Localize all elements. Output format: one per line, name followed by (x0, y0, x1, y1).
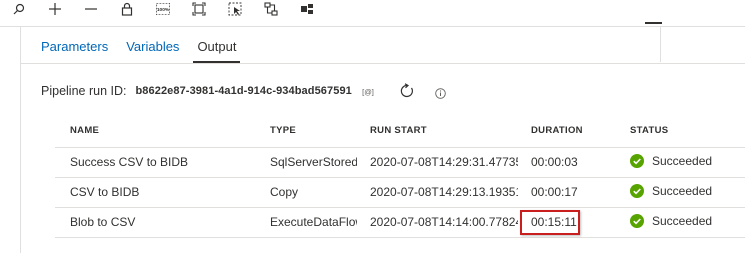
auto-align-icon[interactable] (264, 2, 278, 16)
panel-collapse-handle[interactable] (645, 22, 662, 24)
activity-duration: 00:00:03 (531, 155, 578, 169)
pipeline-canvas-strip: 100% (0, 0, 745, 27)
activity-status: Succeeded (630, 184, 712, 198)
table-row[interactable]: Blob to CSV ExecuteDataFlow 2020-07-08T1… (55, 208, 745, 238)
activity-name: CSV to BIDB (70, 185, 140, 199)
activity-name: Success CSV to BIDB (70, 155, 189, 169)
layout-icon[interactable] (300, 2, 314, 16)
table-row[interactable]: CSV to BIDB Copy 2020-07-08T14:29:13.193… (55, 178, 745, 208)
tab-divider (20, 63, 745, 64)
zoom-out-icon[interactable] (84, 2, 98, 16)
header-type[interactable]: TYPE (270, 125, 296, 136)
zoom-100-icon[interactable]: 100% (156, 2, 170, 16)
activity-status: Succeeded (630, 214, 712, 228)
copy-label: [@] (362, 87, 374, 96)
panel-left-border (20, 26, 21, 253)
pipeline-run-id-value: b8622e87-3981-4a1d-914c-934bad567591 (135, 85, 352, 97)
table-row[interactable]: Success CSV to BIDB SqlServerStoredF 202… (55, 148, 745, 178)
header-run-start[interactable]: RUN START (370, 125, 427, 136)
activity-run-start: 2020-07-08T14:14:00.778240 (370, 215, 518, 229)
activity-runs-table: NAME TYPE RUN START DURATION STATUS Succ… (55, 116, 745, 238)
activity-type: SqlServerStoredF (270, 155, 357, 169)
tab-variables[interactable]: Variables (126, 39, 179, 63)
copy-icon[interactable]: [@] (361, 86, 375, 97)
panel-splitter (660, 26, 661, 62)
success-check-icon (630, 154, 644, 168)
table-header: NAME TYPE RUN START DURATION STATUS (55, 116, 745, 148)
zoom-100-label: 100% (157, 7, 170, 13)
success-check-icon (630, 184, 644, 198)
lock-icon[interactable] (120, 2, 134, 16)
properties-tabs: Parameters Variables Output (41, 39, 254, 63)
activity-run-start: 2020-07-08T14:29:13.193516 (370, 185, 518, 199)
activity-type: Copy (270, 185, 299, 199)
pipeline-run-id-label: Pipeline run ID: (41, 84, 127, 98)
activity-duration: 00:00:17 (531, 185, 578, 199)
header-duration[interactable]: DURATION (531, 125, 583, 136)
header-name[interactable]: NAME (70, 125, 99, 136)
status-text: Succeeded (652, 184, 713, 198)
status-text: Succeeded (652, 154, 713, 168)
fit-to-window-icon[interactable] (192, 2, 206, 16)
activity-type: ExecuteDataFlow (270, 215, 357, 229)
select-icon[interactable] (228, 2, 242, 16)
duration-highlight-box (520, 210, 580, 235)
zoom-in-icon[interactable] (48, 2, 62, 16)
tab-parameters[interactable]: Parameters (41, 39, 108, 63)
search-icon[interactable] (12, 2, 26, 16)
success-check-icon (630, 214, 644, 228)
canvas-toolbar: 100% (12, 0, 314, 18)
status-text: Succeeded (652, 214, 713, 228)
activity-name: Blob to CSV (70, 215, 136, 229)
refresh-icon[interactable] (399, 83, 415, 99)
tab-output[interactable]: Output (193, 39, 241, 63)
info-icon[interactable] (435, 86, 446, 99)
pipeline-run-id-row: Pipeline run ID: b8622e87-3981-4a1d-914c… (41, 82, 446, 100)
activity-status: Succeeded (630, 154, 712, 168)
header-status[interactable]: STATUS (630, 125, 668, 136)
activity-run-start: 2020-07-08T14:29:31.477352 (370, 155, 518, 169)
